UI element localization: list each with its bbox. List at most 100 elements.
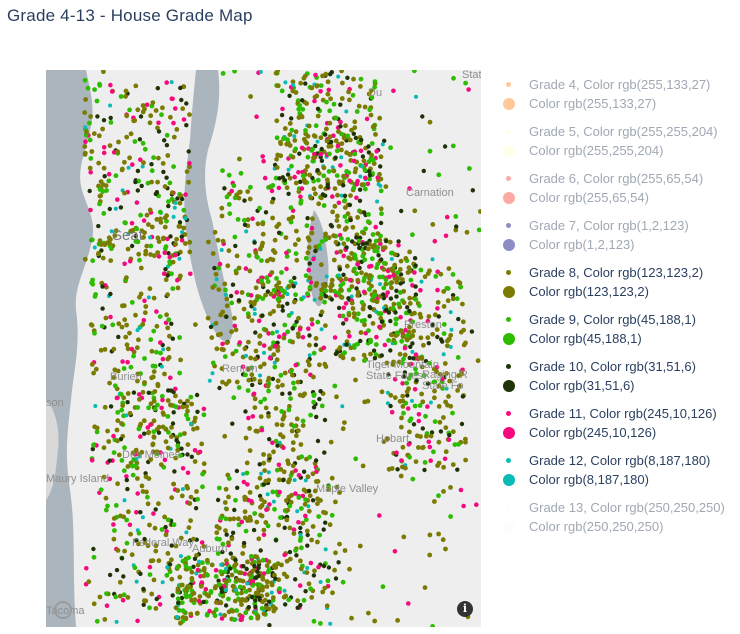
- house-point: [123, 88, 129, 94]
- legend-item-grade-9[interactable]: Grade 9, Color rgb(45,188,1) Color rgb(45…: [500, 311, 736, 358]
- legend-entry[interactable]: Grade 13, Color rgb(250,250,250): [500, 499, 736, 518]
- house-point: [175, 615, 180, 619]
- legend-entry[interactable]: Grade 10, Color rgb(31,51,6): [500, 358, 736, 377]
- house-point: [292, 299, 297, 305]
- legend-item-grade-8[interactable]: Grade 8, Color rgb(123,123,2) Color rgb(1…: [500, 264, 736, 311]
- house-point: [459, 421, 465, 427]
- legend-entry[interactable]: Color rgb(255,255,204): [500, 142, 736, 161]
- house-point: [295, 379, 301, 385]
- legend-entry[interactable]: Color rgb(245,10,126): [500, 424, 736, 443]
- house-point: [240, 578, 246, 584]
- house-point: [288, 279, 294, 284]
- house-point: [260, 240, 265, 246]
- legend-entry[interactable]: Color rgb(255,65,54): [500, 189, 736, 208]
- house-point: [342, 227, 348, 232]
- legend-entry[interactable]: Grade 5, Color rgb(255,255,204): [500, 123, 736, 142]
- house-point: [149, 591, 155, 597]
- legend-marker-icon: [503, 239, 515, 251]
- house-point: [383, 238, 389, 244]
- legend-item-grade-6[interactable]: Grade 6, Color rgb(255,65,54) Color rgb(2…: [500, 170, 736, 217]
- house-point: [229, 188, 234, 194]
- house-point: [315, 106, 321, 111]
- house-point: [164, 175, 169, 180]
- legend-entry[interactable]: Grade 6, Color rgb(255,65,54): [500, 170, 736, 189]
- legend-entry[interactable]: Grade 9, Color rgb(45,188,1): [500, 311, 736, 330]
- house-point: [209, 335, 215, 340]
- house-point: [282, 552, 287, 558]
- house-point: [163, 426, 169, 432]
- house-point: [197, 449, 203, 455]
- house-point: [410, 232, 415, 238]
- house-point: [173, 106, 178, 111]
- house-point: [161, 347, 166, 352]
- house-point: [351, 158, 357, 164]
- legend-item-grade-11[interactable]: Grade 11, Color rgb(245,10,126) Color rgb…: [500, 405, 736, 452]
- mapbox-logo-icon[interactable]: [54, 601, 72, 619]
- house-point: [114, 395, 120, 401]
- house-point: [443, 233, 449, 239]
- info-icon[interactable]: i: [457, 601, 473, 617]
- house-point: [145, 501, 151, 507]
- legend-entry[interactable]: Grade 11, Color rgb(245,10,126): [500, 405, 736, 424]
- house-point: [442, 361, 448, 366]
- legend-entry[interactable]: Grade 4, Color rgb(255,133,27): [500, 76, 736, 95]
- house-point: [293, 251, 299, 256]
- map-canvas[interactable]: Stat Du Carnation Seat Preston Tiger Mountain…: [46, 70, 481, 627]
- legend-item-grade-7[interactable]: Grade 7, Color rgb(1,2,123) Color rgb(1,2…: [500, 217, 736, 264]
- house-point: [90, 281, 96, 287]
- house-point: [171, 164, 176, 169]
- house-point: [248, 94, 254, 99]
- legend-entry[interactable]: Color rgb(45,188,1): [500, 330, 736, 349]
- house-point: [156, 424, 162, 430]
- house-point: [276, 477, 282, 483]
- house-point: [90, 277, 95, 283]
- house-point: [129, 300, 135, 305]
- house-point: [204, 557, 210, 563]
- house-point: [430, 222, 436, 227]
- house-point: [296, 520, 301, 525]
- legend-entry[interactable]: Color rgb(31,51,6): [500, 377, 736, 396]
- house-point: [114, 427, 120, 433]
- house-point: [340, 80, 345, 86]
- legend-entry[interactable]: Color rgb(1,2,123): [500, 236, 736, 255]
- house-point: [392, 252, 398, 257]
- legend-item-grade-12[interactable]: Grade 12, Color rgb(8,187,180) Color rgb(…: [500, 452, 736, 499]
- house-point: [100, 126, 105, 132]
- house-point: [218, 331, 224, 337]
- house-point: [394, 288, 399, 293]
- legend-entry[interactable]: Grade 7, Color rgb(1,2,123): [500, 217, 736, 236]
- house-point: [324, 138, 330, 144]
- legend-marker-icon: [506, 364, 511, 369]
- house-point: [147, 572, 153, 577]
- house-point: [172, 205, 177, 210]
- legend-entry[interactable]: Color rgb(123,123,2): [500, 283, 736, 302]
- house-point: [336, 129, 341, 134]
- legend-entry[interactable]: Grade 12, Color rgb(8,187,180): [500, 452, 736, 471]
- legend-item-grade-10[interactable]: Grade 10, Color rgb(31,51,6) Color rgb(31…: [500, 358, 736, 405]
- house-point: [416, 445, 421, 450]
- house-point: [226, 248, 232, 254]
- house-point: [125, 359, 130, 365]
- house-point: [295, 428, 301, 434]
- house-point: [343, 123, 348, 129]
- house-point: [339, 155, 344, 160]
- legend-item-grade-13[interactable]: Grade 13, Color rgb(250,250,250) Color rg…: [500, 499, 736, 546]
- house-point: [156, 129, 162, 134]
- house-point: [345, 133, 351, 139]
- house-point: [378, 154, 384, 160]
- house-point: [137, 326, 142, 330]
- legend-entry[interactable]: Color rgb(8,187,180): [500, 471, 736, 490]
- legend-entry[interactable]: Grade 8, Color rgb(123,123,2): [500, 264, 736, 283]
- legend-item-grade-5[interactable]: Grade 5, Color rgb(255,255,204) Color rgb…: [500, 123, 736, 170]
- house-point: [340, 404, 345, 409]
- legend-entry[interactable]: Color rgb(250,250,250): [500, 518, 736, 537]
- legend-entry[interactable]: Color rgb(255,133,27): [500, 95, 736, 114]
- house-point: [88, 114, 93, 119]
- legend-marker-icon: [506, 82, 511, 87]
- house-point: [276, 462, 282, 468]
- house-point: [189, 454, 194, 459]
- house-point: [398, 258, 404, 264]
- legend-label: Color rgb(123,123,2): [529, 284, 649, 299]
- legend-item-grade-4[interactable]: Grade 4, Color rgb(255,133,27) Color rgb(…: [500, 76, 736, 123]
- house-point: [261, 527, 267, 533]
